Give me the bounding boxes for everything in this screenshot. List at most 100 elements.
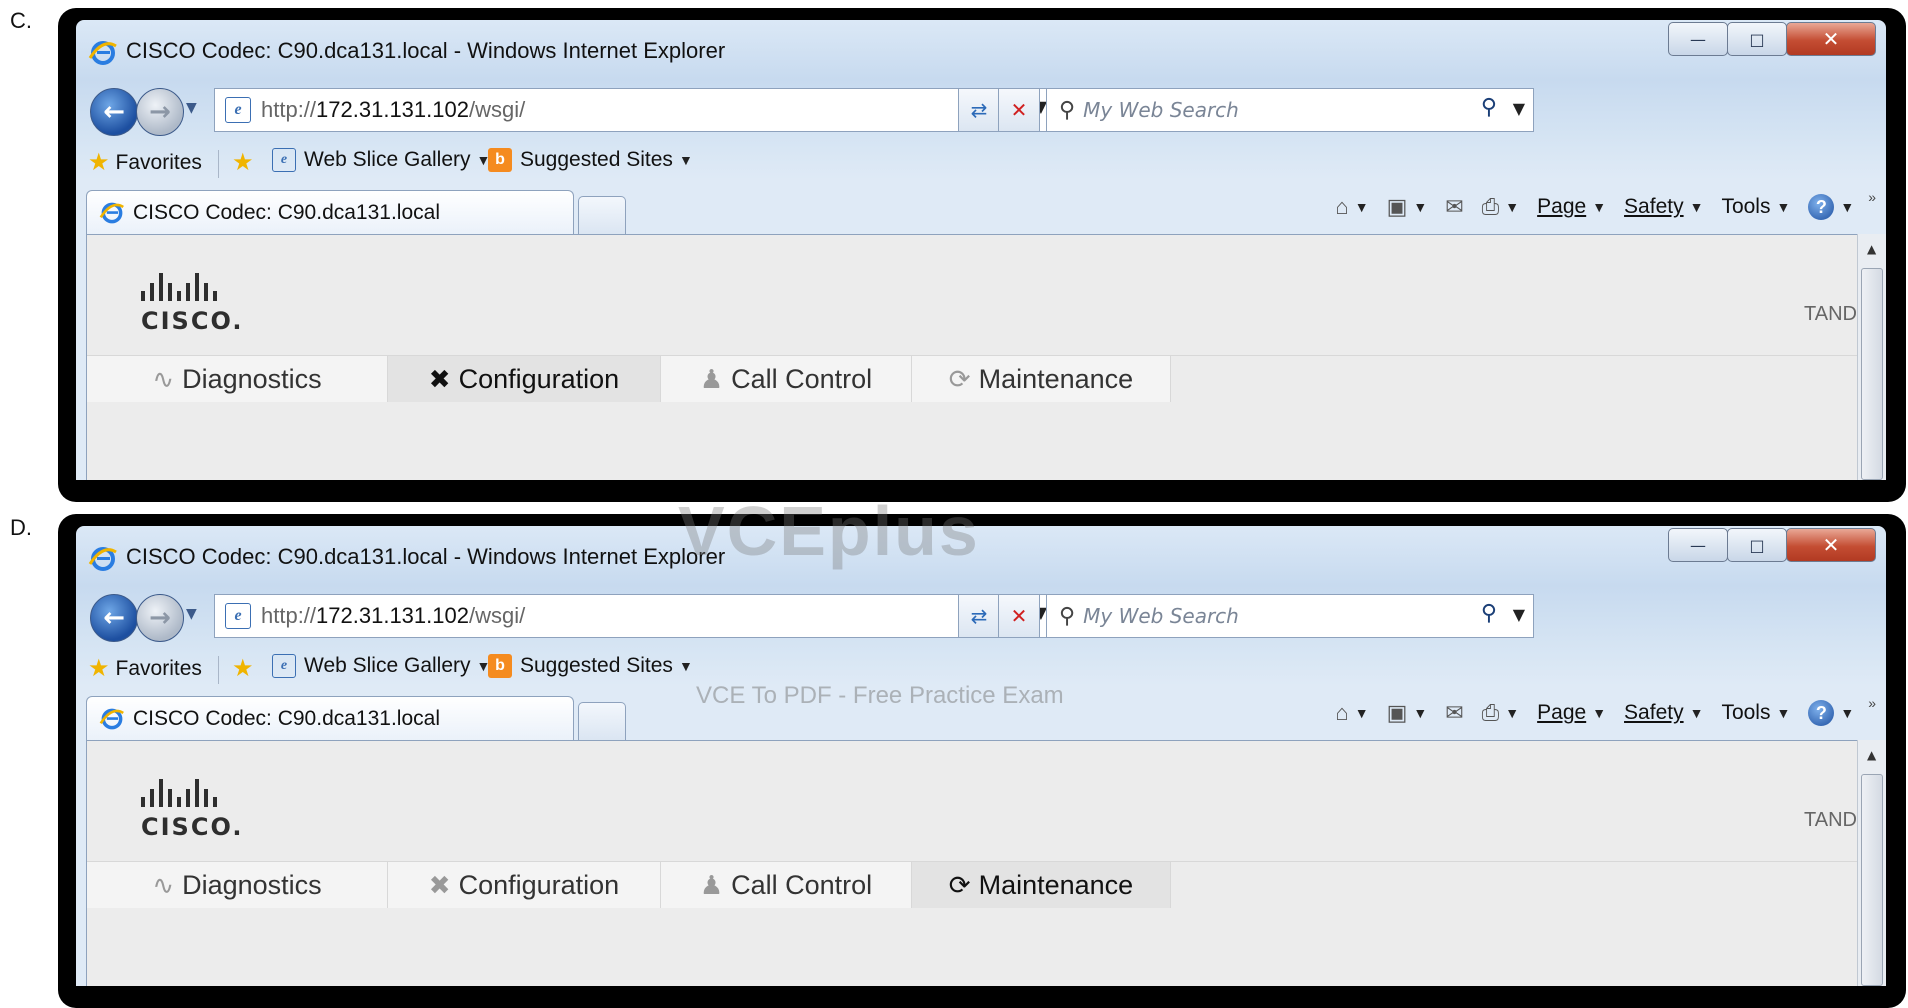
help-menu[interactable]: ? ▼ bbox=[1808, 194, 1854, 220]
tools-icon: ✖ bbox=[428, 869, 451, 900]
divider bbox=[218, 656, 219, 684]
tab-call-control[interactable]: ♟ Call Control bbox=[661, 862, 912, 908]
favorites-bar: ★ Favorites ★ e Web Slice Gallery ▼ b Sugges… bbox=[76, 138, 1886, 186]
web-slice-gallery-link[interactable]: e Web Slice Gallery ▼ bbox=[272, 148, 490, 172]
feeds-button[interactable]: ▣ ▼ bbox=[1387, 194, 1428, 220]
home-button[interactable]: ⌂ ▼ bbox=[1335, 700, 1368, 726]
chevron-down-icon: ▼ bbox=[1592, 199, 1607, 215]
address-row: ← → ▼ e http://172.31.131.102/wsgi/ ▼ ⇄ … bbox=[76, 82, 1886, 136]
chevron-right-icon[interactable]: » bbox=[1868, 695, 1876, 711]
back-button[interactable]: ← bbox=[90, 88, 138, 136]
address-row: ← → ▼ e http://172.31.131.102/wsgi/ ▼ ⇄ … bbox=[76, 588, 1886, 642]
mail-button[interactable]: ✉ bbox=[1445, 194, 1463, 220]
chevron-down-icon: ▼ bbox=[678, 658, 693, 674]
add-favorite-button[interactable]: ★ bbox=[232, 148, 260, 177]
url-path: /wsgi/ bbox=[468, 603, 526, 628]
chevron-right-icon[interactable]: » bbox=[1868, 189, 1876, 205]
search-dropdown-icon[interactable]: ▼ bbox=[1513, 99, 1525, 118]
search-go-icon[interactable]: ⚲ bbox=[1481, 95, 1497, 120]
web-slice-icon: e bbox=[272, 654, 296, 678]
suggested-sites-link[interactable]: b Suggested Sites ▼ bbox=[488, 148, 693, 172]
tab-call-control[interactable]: ♟ Call Control bbox=[661, 356, 912, 402]
tools-menu[interactable]: Tools ▼ bbox=[1721, 195, 1790, 219]
search-icon: ⚲ bbox=[1059, 603, 1076, 629]
tools-menu-label: Tools bbox=[1721, 195, 1771, 218]
maximize-button[interactable]: □ bbox=[1727, 528, 1787, 562]
vertical-scrollbar[interactable]: ▲ bbox=[1857, 234, 1886, 480]
home-icon: ⌂ bbox=[1335, 700, 1349, 725]
print-button[interactable]: ⎙ ▼ bbox=[1482, 700, 1519, 726]
scroll-thumb[interactable] bbox=[1861, 268, 1883, 480]
forward-button[interactable]: → bbox=[136, 594, 184, 642]
address-bar[interactable]: e http://172.31.131.102/wsgi/ ▼ bbox=[214, 594, 1056, 638]
cisco-bars-icon bbox=[141, 779, 243, 807]
close-button[interactable]: ✕ bbox=[1786, 528, 1876, 562]
tab-configuration[interactable]: ✖ Configuration bbox=[388, 356, 661, 402]
chevron-down-icon: ▼ bbox=[1354, 199, 1369, 215]
close-button[interactable]: ✕ bbox=[1786, 22, 1876, 56]
suggested-sites-link[interactable]: b Suggested Sites ▼ bbox=[488, 654, 693, 678]
favorites-button[interactable]: ★ Favorites bbox=[88, 654, 202, 683]
ie-window: CISCO Codec: C90.dca131.local - Windows … bbox=[76, 20, 1886, 480]
stop-button[interactable]: ✕ bbox=[998, 594, 1040, 638]
minimize-button[interactable]: — bbox=[1668, 528, 1728, 562]
address-bar[interactable]: e http://172.31.131.102/wsgi/ ▼ bbox=[214, 88, 1056, 132]
search-go-icon[interactable]: ⚲ bbox=[1481, 601, 1497, 626]
page-menu[interactable]: Page ▼ bbox=[1537, 195, 1606, 219]
new-tab-button[interactable] bbox=[578, 196, 626, 235]
mail-button[interactable]: ✉ bbox=[1445, 700, 1463, 726]
home-button[interactable]: ⌂ ▼ bbox=[1335, 194, 1368, 220]
cisco-logo-text: CISCO. bbox=[141, 307, 244, 335]
forward-button[interactable]: → bbox=[136, 88, 184, 136]
minimize-button[interactable]: — bbox=[1668, 22, 1728, 56]
refresh-button[interactable]: ⇄ bbox=[958, 594, 1000, 638]
chevron-down-icon: ▼ bbox=[1840, 705, 1855, 721]
favorites-label: Favorites bbox=[115, 150, 202, 174]
refresh-icon: ⟳ bbox=[948, 363, 971, 394]
suggested-sites-icon: b bbox=[488, 654, 512, 678]
option-letter: D. bbox=[10, 515, 32, 540]
chevron-down-icon: ▼ bbox=[1689, 705, 1704, 721]
nav-label: Call Control bbox=[731, 363, 873, 394]
favorites-button[interactable]: ★ Favorites bbox=[88, 148, 202, 177]
new-tab-button[interactable] bbox=[578, 702, 626, 741]
history-dropdown-icon[interactable]: ▼ bbox=[186, 606, 197, 622]
scroll-thumb[interactable] bbox=[1861, 774, 1883, 986]
safety-menu[interactable]: Safety ▼ bbox=[1624, 701, 1703, 725]
refresh-button[interactable]: ⇄ bbox=[958, 88, 1000, 132]
search-placeholder: My Web Search bbox=[1083, 98, 1239, 122]
scroll-up-icon[interactable]: ▲ bbox=[1867, 242, 1876, 256]
tools-menu[interactable]: Tools ▼ bbox=[1721, 701, 1790, 725]
stop-button[interactable]: ✕ bbox=[998, 88, 1040, 132]
scroll-up-icon[interactable]: ▲ bbox=[1867, 748, 1876, 762]
search-input[interactable]: ⚲ My Web Search ⚲ ▼ bbox=[1046, 594, 1534, 638]
history-dropdown-icon[interactable]: ▼ bbox=[186, 100, 197, 116]
watermark-title: VCEplus bbox=[678, 492, 980, 570]
help-menu[interactable]: ? ▼ bbox=[1808, 700, 1854, 726]
search-dropdown-icon[interactable]: ▼ bbox=[1513, 605, 1525, 624]
feeds-button[interactable]: ▣ ▼ bbox=[1387, 700, 1428, 726]
add-favorites-icon: ★ bbox=[232, 655, 254, 682]
vertical-scrollbar[interactable]: ▲ bbox=[1857, 740, 1886, 986]
add-favorites-icon: ★ bbox=[232, 149, 254, 176]
search-input[interactable]: ⚲ My Web Search ⚲ ▼ bbox=[1046, 88, 1534, 132]
page-menu[interactable]: Page ▼ bbox=[1537, 701, 1606, 725]
tab-diagnostics[interactable]: ∿ Diagnostics bbox=[87, 862, 388, 908]
browser-tab[interactable]: CISCO Codec: C90.dca131.local bbox=[86, 190, 574, 235]
maximize-button[interactable]: □ bbox=[1727, 22, 1787, 56]
tab-diagnostics[interactable]: ∿ Diagnostics bbox=[87, 356, 388, 402]
browser-tab[interactable]: CISCO Codec: C90.dca131.local bbox=[86, 696, 574, 741]
print-button[interactable]: ⎙ ▼ bbox=[1482, 194, 1519, 220]
tab-maintenance[interactable]: ⟳ Maintenance bbox=[912, 862, 1171, 908]
nav-label: Configuration bbox=[458, 363, 620, 394]
back-button[interactable]: ← bbox=[90, 594, 138, 642]
tab-configuration[interactable]: ✖ Configuration bbox=[388, 862, 661, 908]
web-slice-gallery-link[interactable]: e Web Slice Gallery ▼ bbox=[272, 654, 490, 678]
tab-maintenance[interactable]: ⟳ Maintenance bbox=[912, 356, 1171, 402]
suggested-sites-icon: b bbox=[488, 148, 512, 172]
page-icon: e bbox=[225, 97, 251, 123]
safety-menu[interactable]: Safety ▼ bbox=[1624, 195, 1703, 219]
add-favorite-button[interactable]: ★ bbox=[232, 654, 260, 683]
chevron-down-icon: ▼ bbox=[678, 152, 693, 168]
cisco-bars-icon bbox=[141, 273, 243, 301]
